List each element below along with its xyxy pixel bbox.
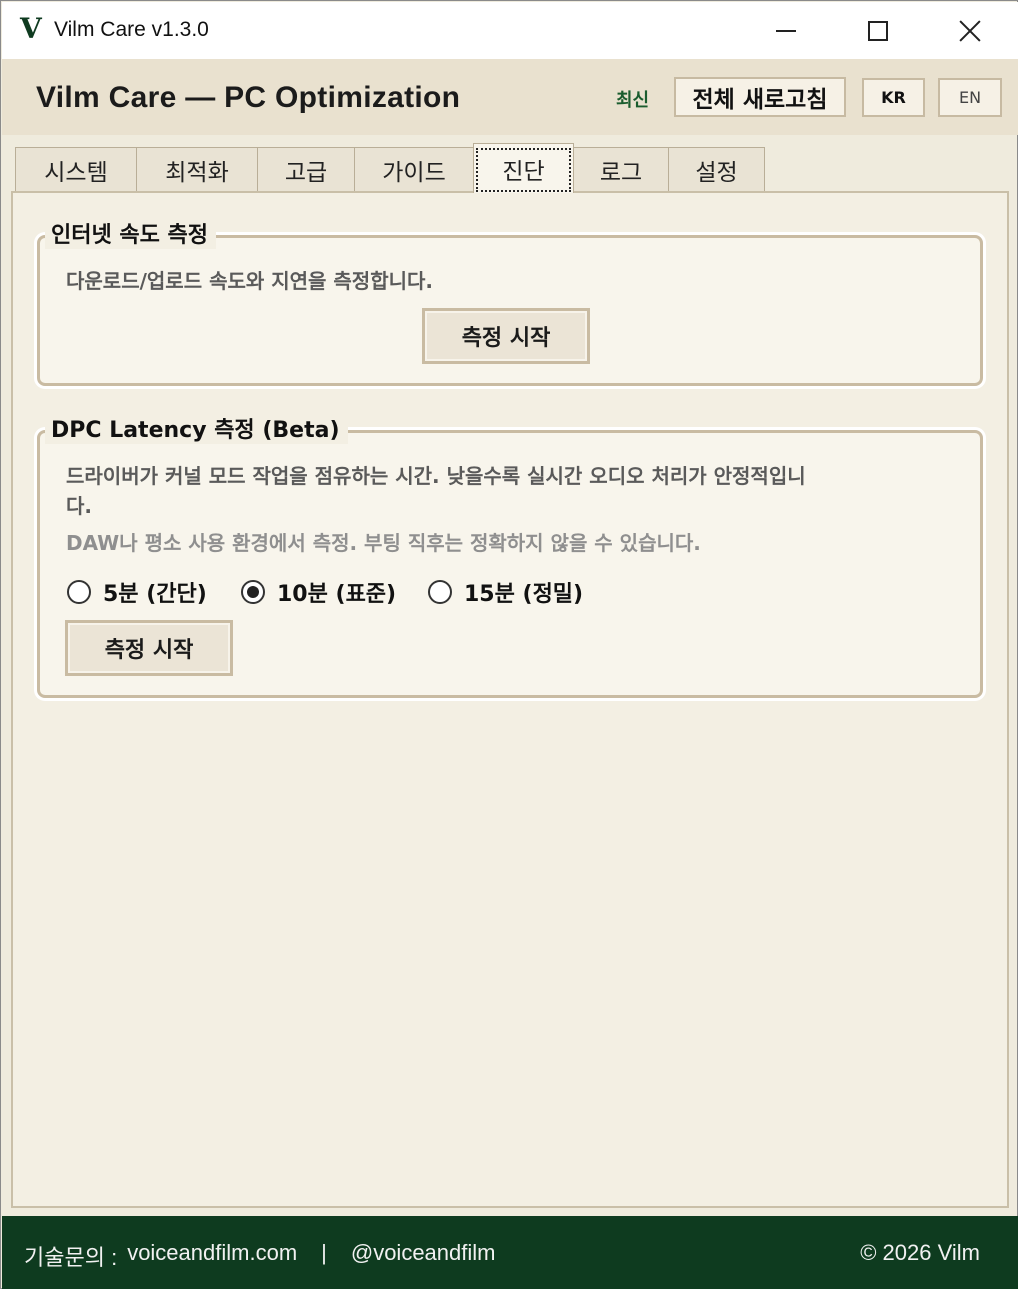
social-handle-link[interactable]: @voiceandfilm [351, 1240, 496, 1272]
radio-unchecked-icon [428, 580, 452, 604]
speed-test-title: 인터넷 속도 측정 [45, 217, 216, 249]
footer-contact: 기술문의 : voiceandfilm.com | @voiceandfilm [24, 1240, 495, 1272]
radio-checked-icon [241, 580, 265, 604]
tab-label: 최적화 [165, 159, 229, 186]
tab-label: 시스템 [44, 159, 108, 186]
dpc-start-button[interactable]: 측정 시작 [65, 620, 233, 676]
tab-advanced[interactable]: 고급 [257, 147, 355, 191]
maximize-icon [868, 20, 888, 41]
website-link[interactable]: voiceandfilm.com [127, 1240, 297, 1272]
duration-radio-10min[interactable]: 10분 (표준) [241, 576, 396, 608]
radio-unchecked-icon [67, 580, 91, 604]
close-button[interactable] [924, 2, 1016, 59]
tab-log[interactable]: 로그 [573, 147, 669, 191]
dpc-latency-title: DPC Latency 측정 (Beta) [45, 412, 348, 444]
window-title: Vilm Care v1.3.0 [54, 18, 209, 41]
duration-radio-15min[interactable]: 15분 (정밀) [428, 576, 583, 608]
tab-label: 설정 [695, 159, 738, 186]
latest-status-label: 최신 [616, 90, 650, 111]
tab-label: 가이드 [382, 159, 446, 186]
tab-guide[interactable]: 가이드 [354, 147, 474, 191]
speed-test-start-button[interactable]: 측정 시작 [422, 308, 590, 364]
app-window: V Vilm Care v1.3.0 Vilm Care — PC Optimi… [0, 0, 1018, 1289]
app-heading: Vilm Care — PC Optimization [36, 81, 461, 114]
app-header: Vilm Care — PC Optimization 최신 전체 새로고침 K… [2, 59, 1018, 135]
lang-en-button[interactable]: EN [938, 78, 1002, 117]
radio-label: 15분 (정밀) [464, 582, 584, 607]
radio-label: 5분 (간단) [103, 582, 207, 607]
minimize-icon [776, 29, 796, 32]
minimize-button[interactable] [740, 2, 832, 59]
refresh-all-button[interactable]: 전체 새로고침 [674, 77, 846, 117]
lang-kr-button[interactable]: KR [862, 78, 925, 117]
footer-separator: | [321, 1240, 327, 1265]
close-icon [959, 20, 981, 42]
dpc-description-cont: 다. [66, 494, 92, 518]
tab-label: 진단 [476, 147, 571, 192]
maximize-button[interactable] [832, 2, 924, 59]
title-bar[interactable]: V Vilm Care v1.3.0 [2, 2, 1018, 59]
duration-radio-5min[interactable]: 5분 (간단) [67, 576, 207, 608]
tab-label: 고급 [284, 159, 328, 186]
tab-optimize[interactable]: 최적화 [136, 147, 258, 191]
tab-label: 로그 [599, 159, 643, 186]
tab-system[interactable]: 시스템 [15, 147, 137, 191]
dpc-description: 드라이버가 커널 모드 작업을 점유하는 시간. 낮을수록 실시간 오디오 처리… [66, 464, 806, 488]
speed-test-description: 다운로드/업로드 속도와 지연을 측정합니다. [66, 269, 433, 293]
tab-diagnostics[interactable]: 진단 [473, 143, 574, 193]
support-label: 기술문의 : [24, 1245, 118, 1270]
radio-label: 10분 (표준) [277, 582, 397, 607]
tab-settings[interactable]: 설정 [668, 147, 765, 191]
footer: 기술문의 : voiceandfilm.com | @voiceandfilm … [2, 1216, 1018, 1289]
copyright: © 2026 Vilm [860, 1240, 980, 1265]
app-logo-icon: V [20, 12, 42, 45]
dpc-note: DAW나 평소 사용 환경에서 측정. 부팅 직후는 정확하지 않을 수 있습니… [66, 531, 701, 555]
